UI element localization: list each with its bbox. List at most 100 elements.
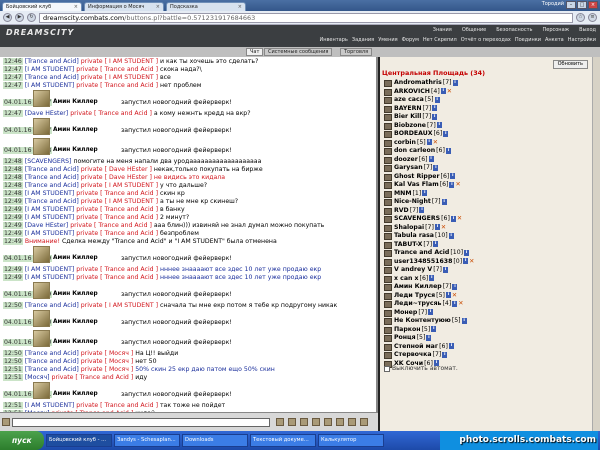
player-entry[interactable]: Амин Киллер [7] i xyxy=(394,283,458,290)
private-recipient[interactable]: private [ Trance and Acid ] xyxy=(76,82,160,89)
info-icon[interactable]: i xyxy=(450,173,456,179)
sound-icon[interactable] xyxy=(336,418,344,426)
info-icon[interactable]: i xyxy=(433,164,439,171)
player-entry[interactable]: Kal Vas Flam [6] i ✕ xyxy=(394,181,461,188)
clan-icon[interactable] xyxy=(384,258,392,266)
message-author[interactable]: [Trance and Acid] xyxy=(25,198,81,205)
player-entry[interactable]: Ghost Ripper [6] i xyxy=(394,173,456,180)
clan-icon[interactable] xyxy=(384,190,392,198)
player-name[interactable]: MNM xyxy=(394,190,412,197)
private-recipient[interactable]: private [ I AM STUDENT ] xyxy=(81,182,160,189)
player-name[interactable]: Паркон xyxy=(394,326,421,333)
private-recipient[interactable]: private [ Trance and Acid ] xyxy=(76,266,160,273)
info-icon[interactable]: i xyxy=(440,88,446,94)
clan-icon[interactable] xyxy=(384,352,392,359)
player-entry[interactable]: Trance and Acid [10] i xyxy=(394,249,470,256)
clan-icon[interactable] xyxy=(384,122,392,130)
url-input[interactable]: dreamscity.combats.com/buttons.pl?battle… xyxy=(39,12,573,23)
player-entry[interactable]: aze caca [5] i xyxy=(394,96,440,103)
player-entry[interactable]: RVD [7] i xyxy=(394,207,425,214)
clan-icon[interactable] xyxy=(384,241,392,249)
player-name[interactable]: Nice-Night xyxy=(394,198,431,205)
player-entry[interactable]: Nice-Night [7] i xyxy=(394,198,447,205)
info-icon[interactable]: i xyxy=(433,241,439,247)
info-icon[interactable]: i xyxy=(461,317,467,324)
menu-item-skills[interactable]: Умения xyxy=(378,37,397,43)
player-name[interactable]: Andromathris xyxy=(394,79,442,86)
message-author[interactable]: [Trance and Acid] xyxy=(25,166,81,173)
clan-icon[interactable] xyxy=(384,224,392,232)
player-name[interactable]: corbin xyxy=(394,139,416,146)
autoclick-toggle[interactable]: Выключить автомат. xyxy=(384,365,458,372)
forward-arrow-icon[interactable]: ▶ xyxy=(15,13,24,22)
info-icon[interactable]: i xyxy=(436,122,442,128)
star-icon[interactable]: ☆ xyxy=(576,13,585,22)
player-entry[interactable]: Паркон [5] i xyxy=(394,326,437,333)
player-name[interactable]: Kal Vas Flam xyxy=(394,181,439,188)
message-author[interactable]: Амин Киллер xyxy=(53,99,98,105)
message-author[interactable]: Амин Киллер xyxy=(53,127,98,133)
clan-icon[interactable] xyxy=(384,335,392,342)
private-recipient[interactable]: private [ Trance and Acid ] xyxy=(76,206,160,213)
player-name[interactable]: Не Контентуюю xyxy=(394,317,451,324)
checkbox[interactable] xyxy=(384,365,390,372)
menu-icon[interactable]: ≡ xyxy=(588,13,597,22)
message-author[interactable]: [Trance and Acid] xyxy=(25,366,81,373)
message-author[interactable]: Амин Киллер xyxy=(53,147,98,153)
refresh-chat-icon[interactable] xyxy=(348,418,356,426)
player-name[interactable]: V andrey V xyxy=(394,266,432,273)
refresh-button[interactable]: Обновить xyxy=(552,60,588,69)
minimize-icon[interactable]: – xyxy=(566,1,576,9)
close-icon[interactable]: × xyxy=(156,4,160,10)
info-icon[interactable]: i xyxy=(445,147,451,154)
message-author[interactable]: [I AM STUDENT] xyxy=(25,266,76,273)
info-icon[interactable]: i xyxy=(426,139,432,145)
player-entry[interactable]: Biobzone [7] i xyxy=(394,122,442,129)
player-name[interactable]: TABUT-X xyxy=(394,241,422,248)
info-icon[interactable]: i xyxy=(432,105,438,111)
info-icon[interactable]: i xyxy=(452,283,458,290)
info-icon[interactable]: i xyxy=(426,334,432,341)
private-recipient[interactable]: private [ Мосяч ] xyxy=(81,350,135,357)
player-entry[interactable]: BAYERN [7] i xyxy=(394,105,438,112)
taskbar-item[interactable]: Калькулятор xyxy=(318,434,384,447)
info-icon[interactable]: i xyxy=(431,326,437,332)
message-author[interactable]: [I AM STUDENT] xyxy=(25,402,76,409)
info-icon[interactable]: i xyxy=(452,79,458,86)
browser-tab-2[interactable]: Информация о Мосяч × xyxy=(84,2,164,11)
private-recipient[interactable]: private [ Trance and Acid ] xyxy=(76,402,160,409)
clan-icon[interactable] xyxy=(384,88,392,96)
message-author[interactable]: [Trance and Acid] xyxy=(25,302,81,309)
clan-icon[interactable] xyxy=(384,326,392,334)
clan-icon[interactable] xyxy=(384,233,392,240)
info-icon[interactable]: i xyxy=(443,130,449,137)
clan-icon[interactable] xyxy=(384,216,392,223)
private-recipient[interactable]: private [ Trance and Acid ] xyxy=(52,374,136,381)
message-author[interactable]: [I AM STUDENT] xyxy=(25,190,76,197)
info-icon[interactable]: i xyxy=(428,156,434,162)
menu-item-forum[interactable]: Форум xyxy=(402,37,419,43)
clan-icon[interactable] xyxy=(384,275,392,283)
player-entry[interactable]: Tabula rasa [10] i xyxy=(394,232,454,239)
clan-icon[interactable] xyxy=(384,343,392,351)
chat-options-icon[interactable] xyxy=(2,418,10,426)
message-author[interactable]: [Trance and Acid] xyxy=(25,58,81,65)
info-icon[interactable]: i xyxy=(464,249,470,256)
close-icon[interactable]: × xyxy=(74,4,78,10)
smiles-icon[interactable] xyxy=(300,418,308,426)
player-name[interactable]: user1348551638 xyxy=(394,258,452,265)
player-name[interactable]: Tabula rasa xyxy=(394,232,434,239)
message-author[interactable]: Амин Киллер xyxy=(53,291,98,297)
private-recipient[interactable]: private [ I AM STUDENT ] xyxy=(81,302,160,309)
menu-item-inventory[interactable]: Инвентарь xyxy=(319,37,347,43)
info-icon[interactable]: i xyxy=(450,215,456,222)
player-entry[interactable]: Не Контентуюю [5] i xyxy=(394,317,467,324)
info-icon[interactable]: i xyxy=(442,351,448,358)
player-name[interactable]: x can x xyxy=(394,275,419,282)
browser-tab-1[interactable]: Бойцовский клуб × xyxy=(2,2,82,11)
info-icon[interactable]: i xyxy=(452,300,458,307)
private-recipient[interactable]: private [ Trance and Acid ] xyxy=(76,230,160,237)
clan-icon[interactable] xyxy=(384,114,392,121)
private-recipient[interactable]: private [ Dave HEster ] xyxy=(81,174,154,181)
info-icon[interactable]: i xyxy=(428,309,434,315)
